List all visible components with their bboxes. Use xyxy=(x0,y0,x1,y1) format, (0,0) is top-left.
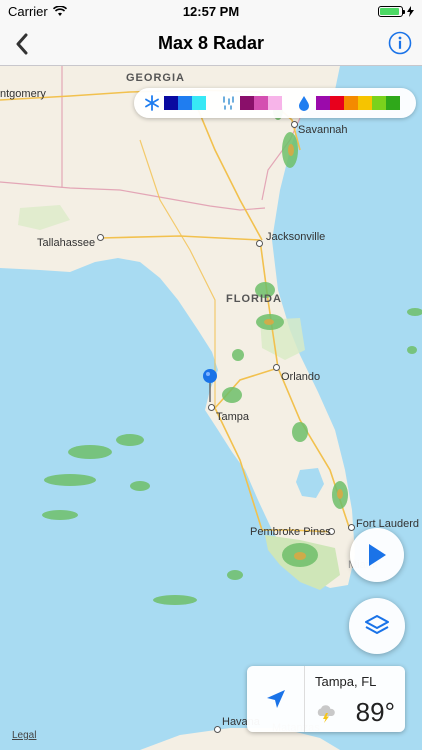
city-marker xyxy=(291,121,298,128)
city-label: Fort Lauderd xyxy=(356,518,419,530)
city-label: Savannah xyxy=(298,124,348,136)
city-marker xyxy=(208,404,215,411)
back-button[interactable] xyxy=(6,28,38,60)
city-marker xyxy=(348,524,355,531)
wifi-icon xyxy=(52,5,67,16)
city-label: ntgomery xyxy=(0,88,46,100)
weather-location: Tampa, FL xyxy=(315,674,377,689)
city-marker xyxy=(214,726,221,733)
precipitation-legend xyxy=(134,88,416,118)
navigation-bar: Max 8 Radar xyxy=(0,22,422,66)
location-pin-icon[interactable] xyxy=(202,368,218,404)
current-temperature: 89° xyxy=(355,697,395,727)
info-button[interactable] xyxy=(388,31,412,55)
city-marker xyxy=(273,364,280,371)
state-label-florida: FLORIDA xyxy=(226,293,282,305)
city-label: Tallahassee xyxy=(37,237,96,249)
raindrop-icon xyxy=(296,95,312,111)
mixed-precip-icon xyxy=(220,95,236,111)
locate-me-button[interactable] xyxy=(247,666,305,732)
play-animation-button[interactable] xyxy=(350,528,404,582)
city-label: Jacksonville xyxy=(266,231,326,243)
city-label: Orlando xyxy=(281,371,321,383)
city-label: Tampa xyxy=(216,411,250,423)
state-label-georgia: GEORGIA xyxy=(126,72,185,84)
snow-swatches xyxy=(164,96,206,110)
rain-swatches xyxy=(316,96,400,110)
play-icon xyxy=(369,544,386,566)
chevron-left-icon xyxy=(16,33,28,55)
legal-link[interactable]: Legal xyxy=(12,730,36,741)
page-title: Max 8 Radar xyxy=(157,33,265,53)
status-bar: Carrier 12:57 PM xyxy=(0,0,422,22)
layers-icon xyxy=(365,615,389,634)
city-marker xyxy=(256,240,263,247)
battery-icon xyxy=(378,5,405,17)
city-marker xyxy=(97,234,104,241)
snowflake-icon xyxy=(144,95,160,111)
mix-swatches xyxy=(240,96,282,110)
map-layers-button[interactable] xyxy=(349,598,405,654)
charging-icon xyxy=(407,5,414,17)
current-weather-card[interactable]: Tampa, FL 89° xyxy=(247,666,405,732)
carrier-label: Carrier xyxy=(8,3,48,19)
location-arrow-icon xyxy=(266,690,285,708)
city-label: Pembroke Pines xyxy=(250,526,331,538)
thunderstorm-icon xyxy=(317,705,335,723)
